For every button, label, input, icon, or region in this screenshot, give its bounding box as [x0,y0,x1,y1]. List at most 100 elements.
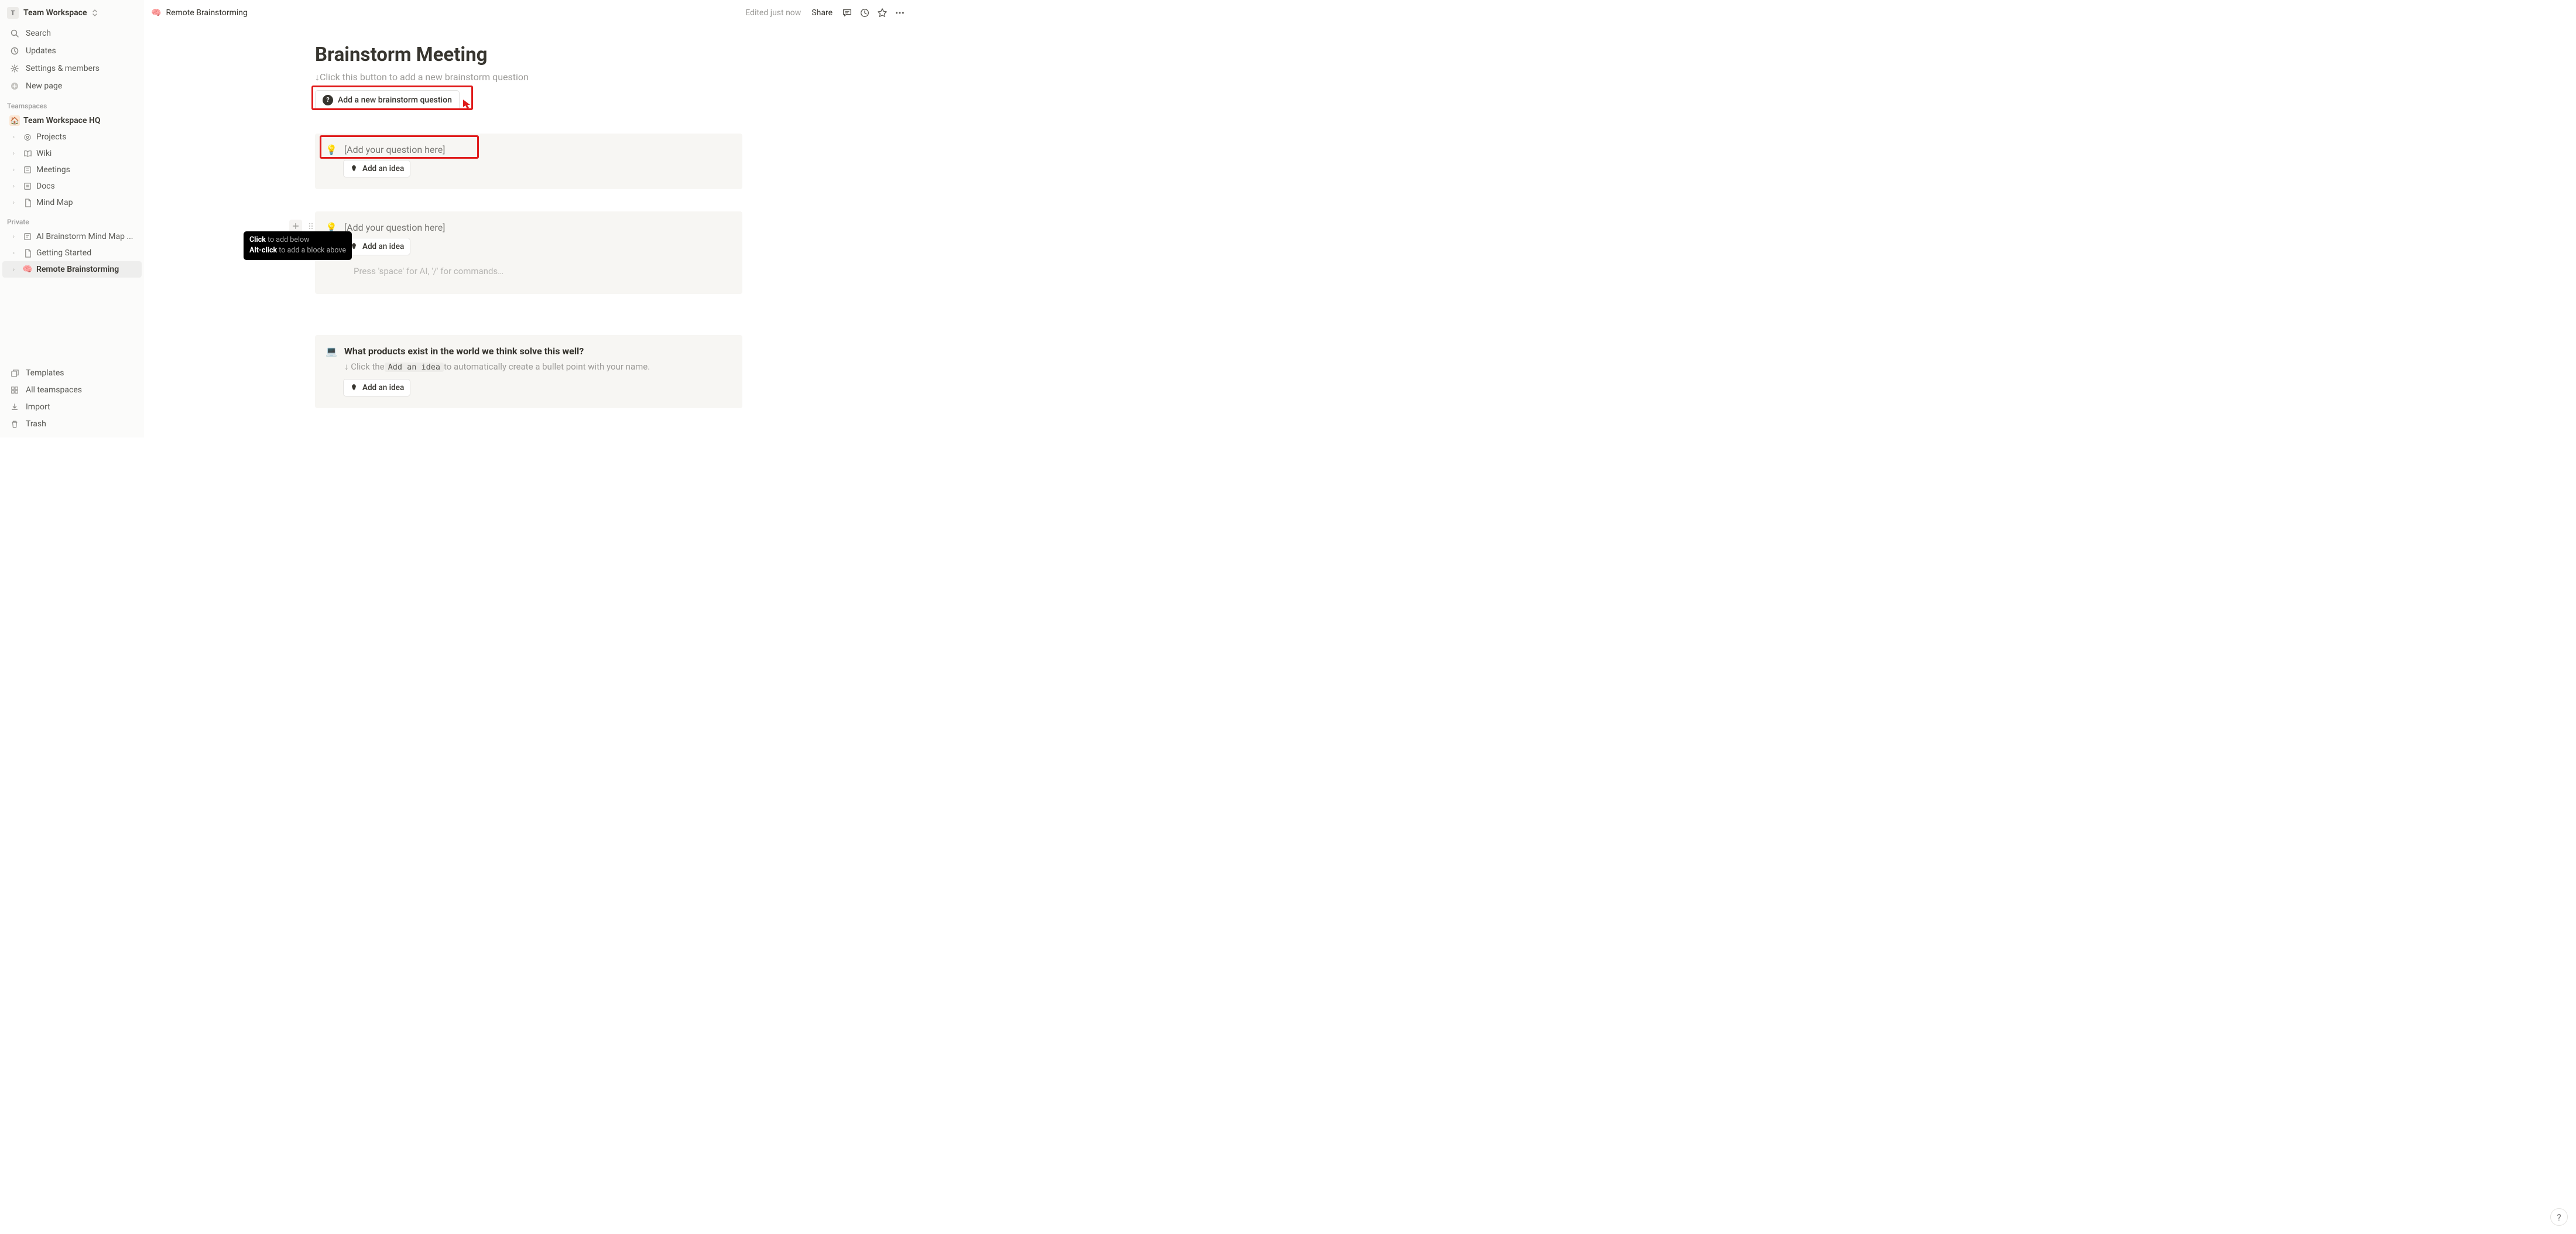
download-icon [9,403,20,411]
question-placeholder-text[interactable]: [Add your question here] [344,144,446,155]
page-title[interactable]: Brainstorm Meeting [315,43,742,67]
sidebar-import[interactable]: Import [2,399,142,415]
gear-icon [9,64,20,73]
add-idea-label: Add an idea [362,164,404,173]
sidebar-item-wiki[interactable]: › Wiki [2,145,142,162]
laptop-icon: 💻 [326,346,337,357]
list-icon [22,182,33,190]
sidebar-updates-label: Updates [26,46,56,56]
sidebar-new-page[interactable]: New page [2,78,142,94]
chevron-right-icon: › [13,250,19,257]
clock-icon [9,46,20,56]
section-header-private: Private [0,211,144,228]
callout-block-3[interactable]: 💻 What products exist in the world we th… [315,335,742,408]
chevron-right-icon: › [13,167,19,173]
chevron-right-icon: › [13,200,19,206]
sidebar-all-teamspaces-label: All teamspaces [26,385,82,395]
brain-icon: 🧠 [151,8,161,18]
chevron-right-icon: › [13,234,19,240]
page-subtitle: ↓ Click this button to add a new brainst… [315,71,742,83]
help-button[interactable]: ? [2550,1208,2568,1226]
sidebar-templates[interactable]: Templates [2,365,142,381]
sidebar-settings-label: Settings & members [26,64,100,73]
home-icon: 🏠 [9,115,20,126]
teamspace-root[interactable]: 🏠 Team Workspace HQ [2,112,142,129]
book-icon [22,149,33,158]
sidebar-item-label: Remote Brainstorming [36,265,119,274]
chevron-right-icon: › [13,151,19,157]
sidebar-settings[interactable]: Settings & members [2,60,142,77]
grid-icon [9,386,20,394]
inline-code: Add an idea [385,363,444,372]
topbar: 🧠 Remote Brainstorming Edited just now S… [144,0,913,26]
sidebar: T Team Workspace Search Updates Settings… [0,0,144,437]
sidebar-all-teamspaces[interactable]: All teamspaces [2,382,142,398]
teamspace-root-label: Team Workspace HQ [23,116,101,125]
hint-text: ↓ Click the Add an idea to automatically… [344,361,732,372]
sidebar-item-docs[interactable]: › Docs [2,178,142,194]
search-icon [9,29,20,38]
target-icon: ◎ [22,132,33,142]
grip-icon [309,223,313,229]
brain-icon: 🧠 [22,265,33,274]
sidebar-item-label: Meetings [36,165,70,175]
sidebar-item-label: AI Brainstorm Mind Map ... [36,232,133,241]
workspace-switcher[interactable]: T Team Workspace [5,4,139,22]
question-title[interactable]: What products exist in the world we thin… [344,346,584,357]
history-icon[interactable] [858,6,871,19]
sidebar-item-projects[interactable]: › ◎ Projects [2,129,142,145]
plus-circle-icon [9,81,20,91]
add-question-label: Add a new brainstorm question [338,95,452,105]
chevron-up-down-icon [92,9,98,16]
empty-block-placeholder[interactable]: Press 'space' for AI, '/' for commands… [354,266,732,276]
sidebar-import-label: Import [26,402,50,412]
workspace-badge: T [7,7,19,19]
sidebar-item-label: Mind Map [36,198,73,207]
more-icon[interactable] [893,6,906,19]
sidebar-item-label: Wiki [36,149,52,158]
page-framed-icon [22,233,33,241]
sidebar-templates-label: Templates [26,368,64,378]
sidebar-item-meetings[interactable]: › Meetings [2,162,142,178]
bulb-dark-icon [350,384,358,392]
sidebar-search[interactable]: Search [2,25,142,42]
drag-handle[interactable] [304,220,317,233]
comments-icon[interactable] [841,6,854,19]
breadcrumb[interactable]: 🧠 Remote Brainstorming [151,8,248,18]
sidebar-trash[interactable]: Trash [2,416,142,432]
page-icon [22,199,33,207]
sidebar-item-ai-brainstorm[interactable]: › AI Brainstorm Mind Map ... [2,228,142,245]
sidebar-new-page-label: New page [26,81,62,91]
page-body: Brainstorm Meeting ↓ Click this button t… [144,26,913,437]
list-icon [22,166,33,174]
block-tooltip: Click to add below Alt-click to add a bl… [244,231,352,261]
add-idea-button[interactable]: Add an idea [343,379,410,396]
section-header-teamspaces: Teamspaces [0,95,144,112]
sidebar-trash-label: Trash [26,419,46,429]
add-brainstorm-question-button[interactable]: ? Add a new brainstorm question [315,90,460,110]
bulb-dark-icon [350,165,358,173]
main: 🧠 Remote Brainstorming Edited just now S… [144,0,913,437]
chevron-right-icon: › [13,183,19,190]
share-button[interactable]: Share [808,6,836,20]
sidebar-item-label: Projects [36,132,66,142]
add-idea-button[interactable]: Add an idea [343,238,410,255]
question-circle-icon: ? [323,95,333,105]
sidebar-item-mindmap[interactable]: › Mind Map [2,194,142,211]
sidebar-updates[interactable]: Updates [2,43,142,59]
page-icon [22,249,33,258]
sidebar-item-getting-started[interactable]: › Getting Started [2,245,142,261]
question-placeholder-text[interactable]: [Add your question here] [344,222,446,233]
add-block-button[interactable] [289,220,302,233]
add-idea-button[interactable]: Add an idea [343,160,410,177]
workspace-name: Team Workspace [23,8,87,18]
last-edited-text: Edited just now [745,8,801,18]
callout-block-1[interactable]: 💡 [Add your question here] Add an idea [315,134,742,189]
breadcrumb-label: Remote Brainstorming [166,8,247,18]
add-idea-label: Add an idea [362,383,404,392]
trash-icon [9,420,20,429]
callout-block-2[interactable]: Click to add below Alt-click to add a bl… [315,211,742,294]
sidebar-item-label: Getting Started [36,248,91,258]
sidebar-item-remote-brainstorming[interactable]: › 🧠 Remote Brainstorming [2,261,142,278]
favorite-icon[interactable] [876,6,889,19]
